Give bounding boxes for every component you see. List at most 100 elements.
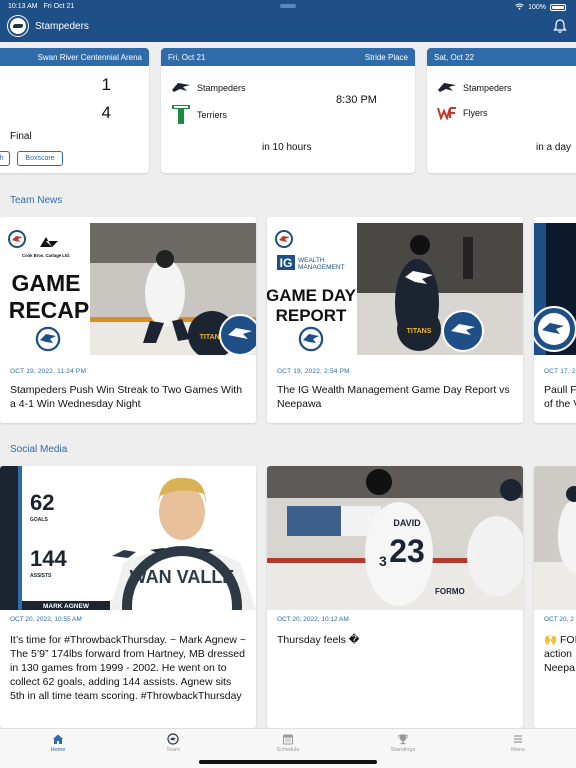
sponsor-text: Cook Bros. Cartage Ltd. bbox=[22, 253, 70, 258]
news-image-game-recap: TITANS Cook Bros. Cartage Ltd. GAME RECA… bbox=[0, 223, 256, 355]
sponsor-text-line2: MANAGEMENT bbox=[298, 264, 345, 271]
home-score: 1 bbox=[101, 75, 111, 94]
tab-label: Schedule bbox=[276, 747, 300, 753]
team-name: Terriers bbox=[197, 110, 228, 120]
team-row-stampeders: Stampeders bbox=[437, 79, 512, 97]
tab-label: Team bbox=[166, 747, 180, 753]
top-bar: 10:13 AM Fri Oct 21 100% Stampeders bbox=[0, 0, 576, 42]
game-card-upcoming[interactable]: Sat, Oct 22 Stampeders Flyers in a day bbox=[427, 48, 576, 173]
tab-label: Menu bbox=[511, 747, 525, 753]
boxscore-button[interactable]: Boxscore bbox=[17, 151, 63, 166]
news-card[interactable]: IG WEALTH MANAGEMENT GAME DAY REPORT TIT… bbox=[267, 217, 523, 423]
graphic-title-line1: GAME DAY bbox=[267, 286, 357, 305]
status-time: 10:13 AM bbox=[8, 3, 38, 10]
status-bar-left: 10:13 AM Fri Oct 21 bbox=[8, 3, 74, 10]
social-date: OCT 20, 2022, 10:55 AM bbox=[10, 616, 82, 623]
game-countdown: in 10 hours bbox=[262, 142, 312, 153]
news-card[interactable]: OCT 17, 2 Paull F of the V bbox=[534, 217, 576, 423]
sponsor-logo-mark: IG bbox=[280, 256, 293, 270]
player-name-banner: MARK AGNEW bbox=[43, 603, 90, 610]
multitasking-indicator[interactable] bbox=[280, 4, 296, 8]
tab-label: Standings bbox=[390, 747, 416, 753]
tab-label: Home bbox=[50, 747, 66, 753]
sponsor-text-line1: WEALTH bbox=[298, 257, 325, 264]
news-image-partial bbox=[534, 223, 576, 355]
terriers-logo-icon bbox=[172, 105, 190, 124]
graphic-title-line2: REPORT bbox=[276, 306, 347, 325]
social-image-throwback: WAN VALLE 62 GOALS 144 ASSISTS MARK AGNE… bbox=[0, 466, 256, 610]
game-venue: Stride Place bbox=[364, 52, 408, 62]
social-post-card[interactable]: OCT 20, 2 🙌 FOI action Neepa bbox=[534, 466, 576, 728]
app-title: Stampeders bbox=[35, 21, 89, 32]
jersey-number: 23 bbox=[389, 533, 425, 569]
team-icon bbox=[167, 733, 179, 745]
social-media-heading[interactable]: Social Media bbox=[10, 444, 67, 455]
social-date: OCT 20, 2 bbox=[544, 616, 574, 623]
news-title: Stampeders Push Win Streak to Two Games … bbox=[10, 384, 243, 410]
social-image-partial bbox=[534, 466, 576, 610]
game-date: Sat, Oct 22 bbox=[434, 52, 475, 62]
game-time: 8:30 PM bbox=[336, 94, 377, 106]
graphic-title-line1: GAME bbox=[12, 270, 81, 296]
jersey-text-2: FORMO bbox=[435, 587, 465, 596]
news-image-game-day-report: IG WEALTH MANAGEMENT GAME DAY REPORT TIT… bbox=[267, 223, 523, 355]
team-name: Stampeders bbox=[197, 83, 246, 93]
stampeders-logo-icon bbox=[172, 83, 190, 92]
team-row-flyers: Flyers bbox=[437, 106, 488, 120]
game-status: Final bbox=[10, 131, 32, 142]
menu-icon bbox=[514, 735, 522, 743]
tab-menu[interactable]: Menu bbox=[488, 733, 548, 753]
away-score: 4 bbox=[101, 103, 111, 122]
team-row-stampeders: Stampeders bbox=[171, 79, 246, 97]
social-date: OCT 20, 2022, 10:12 AM bbox=[277, 616, 349, 623]
social-post-card[interactable]: WAN VALLE 62 GOALS 144 ASSISTS MARK AGNE… bbox=[0, 466, 256, 728]
news-date: OCT 19, 2022, 11:24 PM bbox=[10, 368, 87, 375]
status-date: Fri Oct 21 bbox=[43, 3, 75, 10]
tab-team[interactable]: Team bbox=[143, 733, 203, 753]
tab-schedule[interactable]: Schedule bbox=[258, 733, 318, 753]
news-title: Paull F of the V bbox=[544, 384, 576, 410]
home-icon bbox=[53, 734, 63, 744]
jersey-name: DAVID bbox=[393, 518, 421, 528]
notification-bell-icon[interactable] bbox=[552, 18, 568, 34]
stampeders-logo-icon bbox=[438, 83, 456, 92]
game-card-header: Fri, Oct 21 Stride Place bbox=[161, 48, 415, 66]
match-button[interactable]: ch bbox=[0, 151, 10, 166]
social-image-game-photo: DAVID 23 3 FORMO bbox=[267, 466, 523, 610]
team-name: Flyers bbox=[463, 108, 488, 118]
calendar-icon bbox=[283, 734, 293, 745]
game-card-next[interactable]: Fri, Oct 21 Stride Place Stampeders Terr… bbox=[161, 48, 415, 173]
team-row-terriers: Terriers bbox=[171, 104, 227, 126]
social-text: Thursday feels � bbox=[277, 634, 360, 646]
game-card-header: Swan River Centennial Arena bbox=[0, 48, 149, 66]
status-bar-right: 100% bbox=[515, 3, 566, 12]
game-date: Fri, Oct 21 bbox=[168, 52, 206, 62]
battery-icon bbox=[550, 4, 566, 11]
home-indicator[interactable] bbox=[199, 760, 377, 764]
logo-text: WAN VALLE bbox=[130, 567, 235, 587]
game-card-previous[interactable]: Swan River Centennial Arena 1 4 Final ch… bbox=[0, 48, 149, 173]
news-date: OCT 17, 2 bbox=[544, 368, 576, 375]
wifi-icon bbox=[515, 3, 524, 12]
jersey-number-2: 3 bbox=[379, 553, 387, 569]
trophy-icon bbox=[398, 734, 408, 745]
team-news-heading[interactable]: Team News bbox=[10, 195, 62, 206]
tab-standings[interactable]: Standings bbox=[373, 733, 433, 753]
stat-assists-value: 144 bbox=[30, 546, 67, 571]
news-date: OCT 19, 2022, 2:54 PM bbox=[277, 368, 350, 375]
team-logo-icon[interactable] bbox=[8, 16, 28, 36]
social-text: 🙌 FOI action Neepa bbox=[544, 634, 576, 674]
news-title: The IG Wealth Management Game Day Report… bbox=[277, 384, 510, 410]
social-text: It’s time for #ThrowbackThursday. ~ Mark… bbox=[10, 634, 246, 702]
tab-home[interactable]: Home bbox=[28, 733, 88, 753]
social-post-card[interactable]: DAVID 23 3 FORMO OCT 20, 2022, 10:12 AM … bbox=[267, 466, 523, 728]
game-venue: Swan River Centennial Arena bbox=[37, 52, 142, 62]
flyers-logo-icon bbox=[437, 107, 456, 120]
team-name: Stampeders bbox=[463, 83, 512, 93]
news-card[interactable]: TITANS Cook Bros. Cartage Ltd. GAME RECA… bbox=[0, 217, 256, 423]
opponent-logo-text: TITANS bbox=[407, 328, 432, 335]
stat-assists-label: ASSISTS bbox=[30, 573, 52, 579]
game-countdown: in a day bbox=[536, 142, 572, 153]
battery-percent: 100% bbox=[528, 4, 546, 11]
game-card-header: Sat, Oct 22 bbox=[427, 48, 576, 66]
